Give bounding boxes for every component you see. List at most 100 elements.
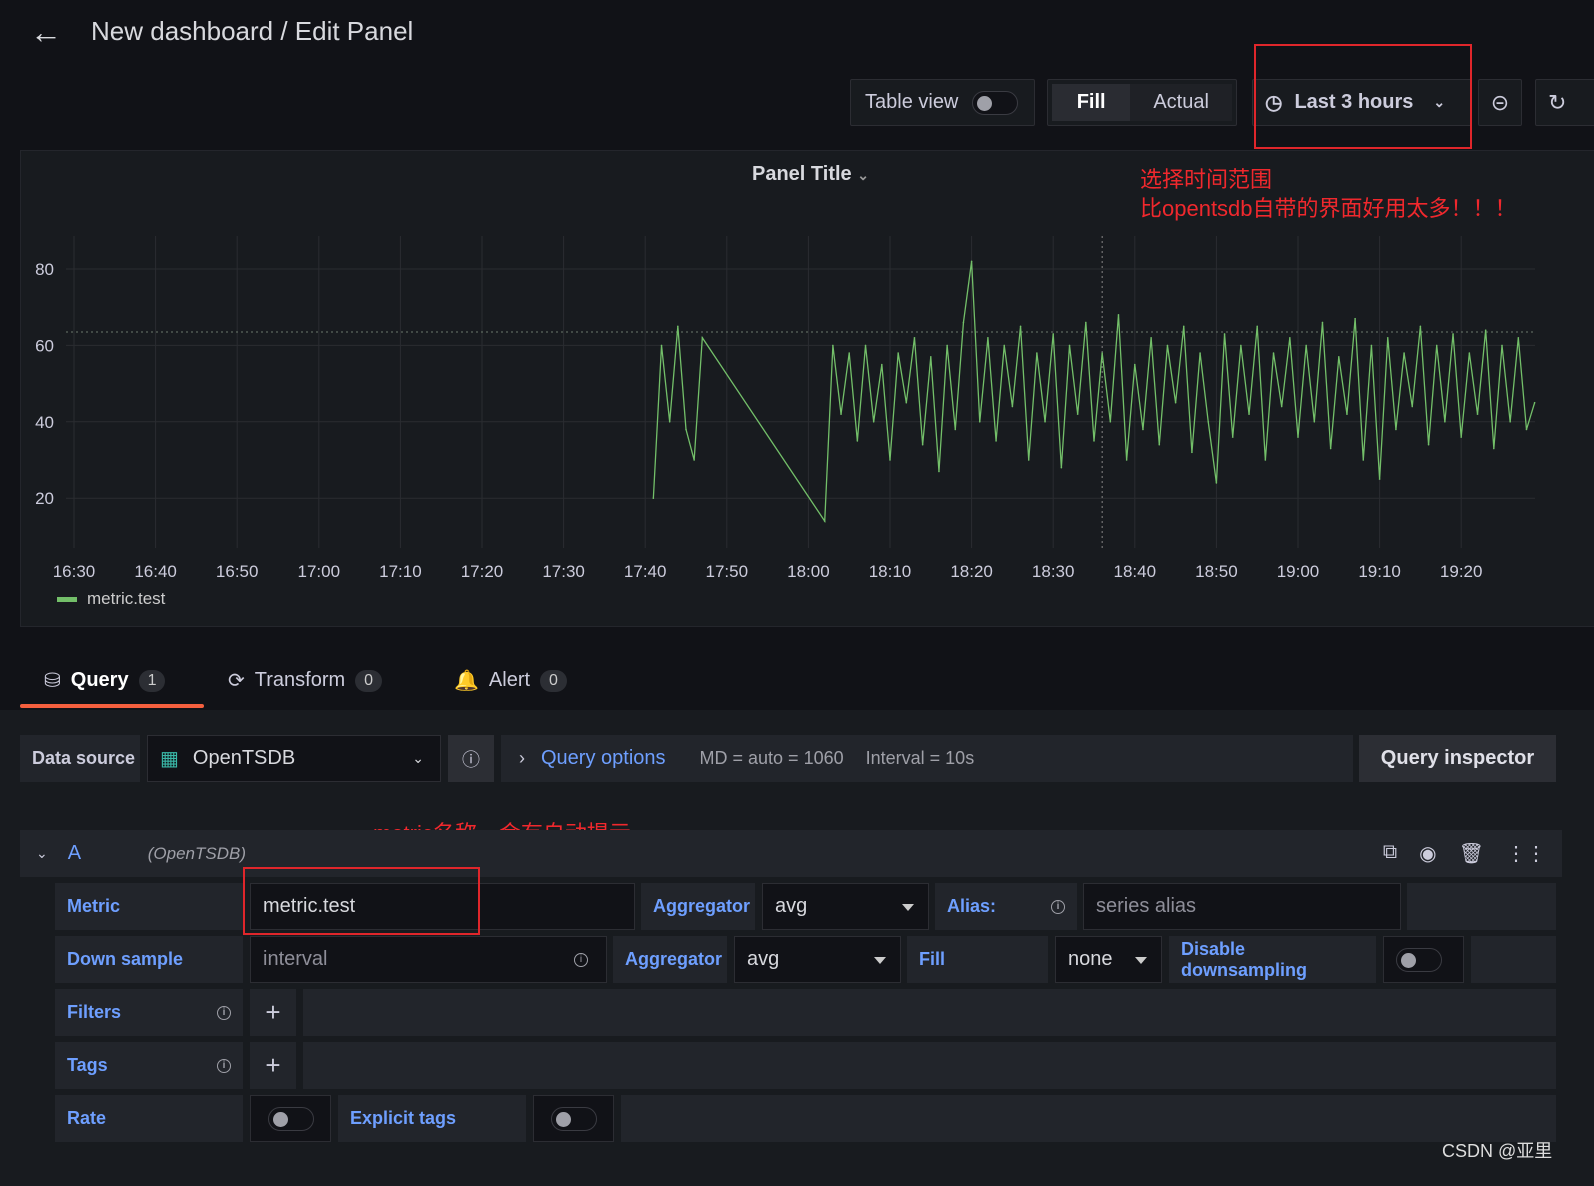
x-tick-label: 16:50 bbox=[216, 562, 259, 581]
explicit-tags-toggle[interactable] bbox=[533, 1095, 614, 1142]
data-point bbox=[1166, 344, 1169, 347]
legend-swatch bbox=[57, 596, 77, 602]
data-point bbox=[1354, 317, 1356, 320]
query-inspector-button[interactable]: Query inspector bbox=[1359, 735, 1556, 782]
downsample-aggregator-label: Aggregator bbox=[613, 936, 727, 983]
data-point bbox=[1501, 344, 1503, 347]
data-point bbox=[1427, 443, 1430, 446]
data-point bbox=[995, 440, 997, 442]
data-point bbox=[1370, 344, 1373, 347]
data-source-select[interactable]: ▦ OpenTSDB ⌄ bbox=[147, 735, 441, 782]
data-point bbox=[693, 459, 695, 461]
data-point bbox=[1386, 336, 1389, 339]
data-point bbox=[840, 413, 842, 415]
add-filter-button[interactable]: + bbox=[250, 989, 296, 1036]
data-point bbox=[946, 344, 948, 347]
data-point bbox=[1101, 352, 1103, 354]
query-options-bar[interactable]: › Query options MD = auto = 1060 Interval =… bbox=[501, 735, 1353, 782]
y-tick-label: 80 bbox=[35, 260, 54, 279]
fill-select[interactable]: none bbox=[1055, 936, 1162, 983]
data-point bbox=[1525, 428, 1528, 431]
data-point bbox=[1378, 478, 1381, 480]
tab-alert[interactable]: 🔔 Alert 0 bbox=[454, 668, 567, 693]
rate-toggle[interactable] bbox=[250, 1095, 331, 1142]
drag-handle-icon[interactable]: ⋮⋮ bbox=[1506, 841, 1546, 866]
add-tag-button[interactable]: + bbox=[250, 1042, 296, 1089]
data-point bbox=[1313, 421, 1316, 423]
fill-label: Fill bbox=[907, 936, 1048, 983]
x-tick-label: 17:00 bbox=[298, 562, 341, 581]
data-point bbox=[848, 352, 850, 354]
data-point bbox=[685, 428, 687, 431]
database-icon: ⛁ bbox=[44, 670, 61, 692]
downsample-interval-input[interactable]: interval i bbox=[250, 936, 607, 983]
data-point bbox=[660, 344, 663, 347]
data-point bbox=[1231, 436, 1234, 438]
alias-label: Alias: i bbox=[935, 883, 1077, 930]
data-point bbox=[1134, 363, 1136, 366]
row-filler bbox=[303, 989, 1556, 1036]
y-tick-label: 20 bbox=[35, 489, 54, 508]
plus-icon: + bbox=[265, 997, 281, 1027]
data-point bbox=[954, 428, 957, 431]
tags-label: Tags i bbox=[55, 1042, 243, 1089]
y-tick-label: 40 bbox=[35, 413, 54, 432]
data-point bbox=[881, 363, 883, 366]
data-point bbox=[677, 325, 679, 328]
info-icon: i bbox=[1051, 899, 1065, 914]
tab-transform[interactable]: ⟳ Transform 0 bbox=[228, 668, 383, 693]
data-point bbox=[1264, 459, 1267, 461]
data-point bbox=[1142, 428, 1144, 431]
data-point bbox=[1199, 352, 1201, 354]
query-datasource: (OpenTSDB) bbox=[147, 843, 246, 863]
data-point bbox=[1460, 436, 1462, 438]
aggregator-select[interactable]: avg bbox=[762, 883, 929, 930]
data-point bbox=[1419, 325, 1422, 328]
data-point bbox=[1346, 413, 1348, 415]
data-point bbox=[1509, 421, 1511, 423]
y-tick-label: 60 bbox=[35, 336, 54, 355]
data-point bbox=[832, 344, 834, 347]
data-point bbox=[938, 470, 940, 473]
data-point bbox=[1338, 356, 1340, 358]
x-tick-label: 19:20 bbox=[1440, 562, 1483, 581]
data-point bbox=[1484, 329, 1487, 331]
collapse-chevron-icon[interactable]: ⌄ bbox=[36, 845, 48, 862]
data-point bbox=[978, 421, 981, 423]
data-point bbox=[1093, 440, 1095, 442]
data-point bbox=[905, 401, 908, 404]
transform-icon: ⟳ bbox=[228, 670, 245, 692]
data-point bbox=[1256, 325, 1258, 328]
data-point bbox=[1044, 421, 1046, 423]
eye-icon[interactable]: ◉ bbox=[1419, 841, 1436, 866]
downsample-aggregator-select[interactable]: avg bbox=[734, 936, 901, 983]
query-ref[interactable]: A bbox=[68, 842, 128, 865]
disable-downsampling-toggle[interactable] bbox=[1383, 936, 1464, 983]
legend-item[interactable]: metric.test bbox=[57, 589, 165, 609]
data-point bbox=[1248, 413, 1250, 415]
data-point bbox=[889, 459, 891, 461]
x-tick-label: 18:00 bbox=[787, 562, 830, 581]
x-tick-label: 16:30 bbox=[53, 562, 96, 581]
data-point bbox=[1411, 405, 1414, 408]
data-point bbox=[668, 421, 671, 423]
tab-query[interactable]: ⛁ Query 1 bbox=[44, 668, 166, 693]
data-point bbox=[1280, 405, 1283, 408]
query-options-toggle[interactable]: Query options bbox=[541, 747, 666, 770]
data-point bbox=[1019, 325, 1022, 328]
alias-input[interactable]: series alias bbox=[1083, 883, 1401, 930]
data-point bbox=[1329, 447, 1332, 450]
data-point bbox=[1321, 321, 1324, 324]
data-point bbox=[1362, 459, 1365, 461]
x-tick-label: 16:40 bbox=[134, 562, 177, 581]
x-tick-label: 17:50 bbox=[706, 562, 749, 581]
data-point bbox=[1036, 352, 1038, 354]
data-point bbox=[864, 344, 867, 347]
help-button[interactable]: ⓘ bbox=[448, 735, 494, 782]
filters-label: Filters i bbox=[55, 989, 243, 1036]
duplicate-icon[interactable]: ⧉ bbox=[1383, 841, 1397, 866]
trash-icon[interactable]: 🗑 bbox=[1459, 841, 1484, 866]
disable-downsampling-label: Disable downsampling bbox=[1169, 936, 1376, 983]
data-point bbox=[1174, 401, 1177, 404]
data-point bbox=[987, 336, 989, 339]
